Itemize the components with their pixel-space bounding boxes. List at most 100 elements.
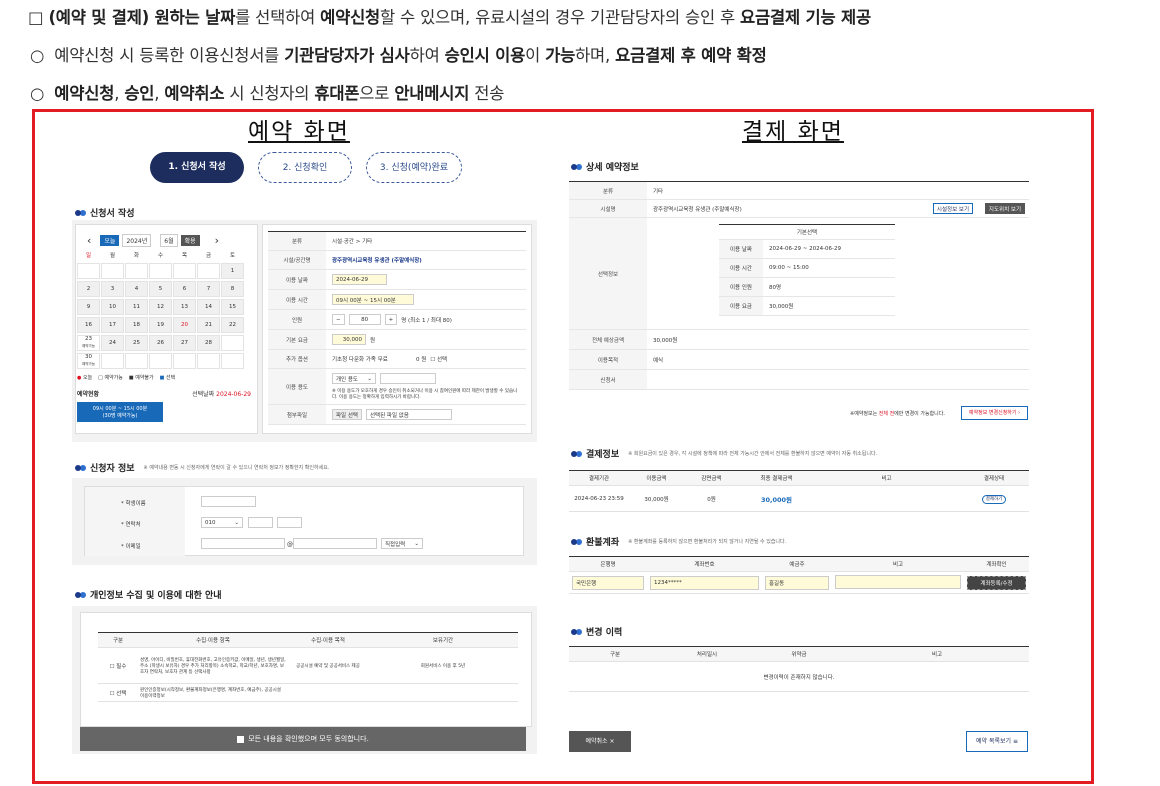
calendar-day[interactable]: 26 bbox=[149, 335, 172, 351]
pay-heading: 결제정보 ※ 회원요금이 있은 경우, 각 시설에 정책에 따라 전체 가능시간 … bbox=[571, 447, 877, 460]
intro-line-1: □ (예약 및 결제) 원하는 날짜를 선택하여 예약신청할 수 있으며, 유료… bbox=[28, 4, 871, 28]
email-domain-select[interactable]: 직접입력 ⌄ bbox=[381, 538, 423, 549]
calendar-day[interactable]: 18 bbox=[125, 317, 148, 333]
purpose-input[interactable] bbox=[380, 373, 436, 384]
increase-button[interactable]: + bbox=[384, 314, 398, 325]
col-header: 은행명 bbox=[600, 562, 616, 568]
calendar-day[interactable]: 16 bbox=[77, 317, 100, 333]
privacy-period bbox=[368, 690, 518, 696]
text: 하며, bbox=[575, 46, 616, 65]
text: 시 신청자의 bbox=[224, 84, 315, 103]
calendar-day[interactable]: 2 bbox=[77, 281, 100, 297]
option-checkbox[interactable]: ☐ 선택 bbox=[430, 355, 447, 363]
calendar-day[interactable]: 1 bbox=[221, 263, 244, 279]
date-input[interactable]: 2024-06-29 bbox=[332, 274, 387, 285]
holder-input[interactable]: 홍길동 bbox=[765, 575, 829, 590]
text: 할 수 있으며, 유료시설의 경우 기관담당자의 승인 후 bbox=[380, 8, 741, 27]
day-number: 18 bbox=[133, 322, 140, 328]
account-input[interactable]: 1234***** bbox=[650, 575, 759, 590]
calendar-day[interactable]: 28 bbox=[197, 335, 220, 351]
calendar-day[interactable]: 23 예약가능 bbox=[77, 335, 100, 351]
facility-info-button[interactable]: 시설정보 보기 bbox=[932, 203, 973, 214]
calendar-day[interactable]: 7 bbox=[197, 281, 220, 297]
calendar-day[interactable]: 17 bbox=[101, 317, 124, 333]
form-value: 파일 선택 선택된 파일 없음 bbox=[326, 405, 526, 424]
email-id-input[interactable] bbox=[201, 538, 285, 549]
col-header: 계좌확인 bbox=[986, 562, 1007, 568]
calendar-empty bbox=[197, 353, 220, 369]
pay-button[interactable]: 결제하기 bbox=[981, 494, 1007, 504]
prev-month-icon[interactable]: ‹ bbox=[87, 234, 91, 247]
account-register-button[interactable]: 계좌등록/수정 bbox=[967, 575, 1026, 590]
year-select[interactable]: 2024년 bbox=[122, 233, 152, 247]
col-header: 최종 결제금액 bbox=[760, 476, 793, 482]
applicant-note: ※ 예약내용 변동 시 신청자에게 연락이 갈 수 있으니 연락처 정보가 정확… bbox=[143, 465, 330, 471]
calendar-day[interactable]: 4 bbox=[125, 281, 148, 297]
calendar-day[interactable]: 8 bbox=[221, 281, 244, 297]
decrease-button[interactable]: − bbox=[332, 314, 345, 325]
calendar-day[interactable]: 12 bbox=[149, 299, 172, 315]
calendar-day[interactable]: 27 bbox=[173, 335, 196, 351]
step-2[interactable]: 2. 신청확인 bbox=[258, 152, 352, 183]
calendar-day[interactable]: 24 bbox=[101, 335, 124, 351]
calendar-day[interactable]: 30 예약가능 bbox=[77, 353, 100, 369]
col-header: 비고 bbox=[881, 476, 892, 482]
calendar-day[interactable]: 10 bbox=[101, 299, 124, 315]
cancel-reservation-button[interactable]: 예약취소 × bbox=[569, 731, 631, 752]
calendar-day[interactable]: 29 예약가능 bbox=[221, 335, 244, 351]
calendar-day[interactable]: 19 bbox=[149, 317, 172, 333]
calendar-day[interactable]: 13 bbox=[173, 299, 196, 315]
memo-input[interactable] bbox=[835, 574, 961, 589]
pay-header-row: 결제기관 이용금액 감면금액 최종 결제금액 비고 결제상태 bbox=[569, 471, 1029, 486]
phone-prefix-select[interactable]: 010 ⌄ bbox=[201, 517, 243, 528]
required-checkbox[interactable]: ☐ 필수 bbox=[98, 659, 138, 673]
step-1[interactable]: 1. 신청서 작성 bbox=[150, 152, 244, 183]
next-month-icon[interactable]: › bbox=[215, 234, 219, 247]
bank-input[interactable]: 국민은행 bbox=[572, 575, 644, 590]
go-button[interactable]: 확용 bbox=[180, 234, 200, 246]
purpose-select[interactable]: 개인 용도 ⌄ bbox=[332, 373, 376, 384]
phone-last-input[interactable] bbox=[277, 517, 302, 528]
day-number: 11 bbox=[133, 304, 140, 310]
change-request-button[interactable]: 예약정보 변경신청하기 › bbox=[961, 406, 1028, 420]
month-select[interactable]: 6월 bbox=[160, 233, 178, 247]
option-price: 0 원 bbox=[416, 357, 427, 363]
calendar-day[interactable]: 25 bbox=[125, 335, 148, 351]
chevron-down-icon: ⌄ bbox=[234, 519, 239, 526]
text: 하여 bbox=[409, 46, 445, 65]
email-domain-input[interactable] bbox=[293, 538, 377, 549]
weekday-label: 수 bbox=[157, 253, 164, 259]
time-input[interactable]: 09시 00분 ~ 15시 00분 bbox=[332, 294, 414, 305]
privacy-items: 원인인증정보(시작정보, 환불계좌정보(은행명, 계좌번호, 예금주), 공공시… bbox=[140, 687, 281, 699]
bullet: ○ bbox=[30, 84, 45, 103]
calendar-day[interactable]: 5 bbox=[149, 281, 172, 297]
calendar: ‹ 오늘 2024년 6월 확용 › 일 월 화 수 목 금 토 1 2 3 4 5 6 7 8 9 10 11 1… bbox=[77, 231, 257, 422]
calendar-day[interactable]: 21 bbox=[197, 317, 220, 333]
today-button[interactable]: 오늘 bbox=[100, 234, 120, 246]
text-bold: 승인시 이용 bbox=[444, 46, 526, 65]
agree-all-bar[interactable]: 모든 내용을 확인했으며 모두 동의합니다. bbox=[80, 727, 526, 751]
calendar-day[interactable]: 11 bbox=[125, 299, 148, 315]
calendar-day[interactable]: 15 bbox=[221, 299, 244, 315]
name-input[interactable] bbox=[201, 496, 256, 507]
reservation-list-button[interactable]: 예약 목록보기 ≡ bbox=[966, 731, 1028, 752]
calendar-day[interactable]: 14 bbox=[197, 299, 220, 315]
time-slot[interactable]: 09시 00분 ~ 15시 00분 (30명 예약가능) bbox=[77, 402, 163, 422]
form-value: −80 + 명 (최소 1 / 최대 80) bbox=[326, 310, 526, 329]
phone-middle-input[interactable] bbox=[248, 517, 273, 528]
file-select-button[interactable]: 파일 선택 bbox=[332, 409, 362, 420]
chevron-down-icon: ⌄ bbox=[414, 540, 419, 547]
calendar-day[interactable]: 22 bbox=[221, 317, 244, 333]
calendar-day[interactable]: 3 bbox=[101, 281, 124, 297]
status-label: 예약현황 bbox=[77, 391, 100, 398]
optional-checkbox[interactable]: ☐ 선택 bbox=[98, 686, 138, 700]
calendar-day[interactable]: 9 bbox=[77, 299, 100, 315]
calendar-empty bbox=[221, 353, 244, 369]
step-3[interactable]: 3. 신청(예약)완료 bbox=[366, 152, 462, 183]
headcount-input[interactable]: 80 bbox=[348, 314, 381, 325]
map-location-button[interactable]: 지도위치 보기 bbox=[984, 203, 1025, 214]
agree-all-text: 모든 내용을 확인했으며 모두 동의합니다. bbox=[248, 735, 369, 743]
pay-cell: 30,000원 bbox=[644, 496, 669, 503]
calendar-day[interactable]: 6 bbox=[173, 281, 196, 297]
calendar-day[interactable]: 20 bbox=[173, 317, 196, 333]
